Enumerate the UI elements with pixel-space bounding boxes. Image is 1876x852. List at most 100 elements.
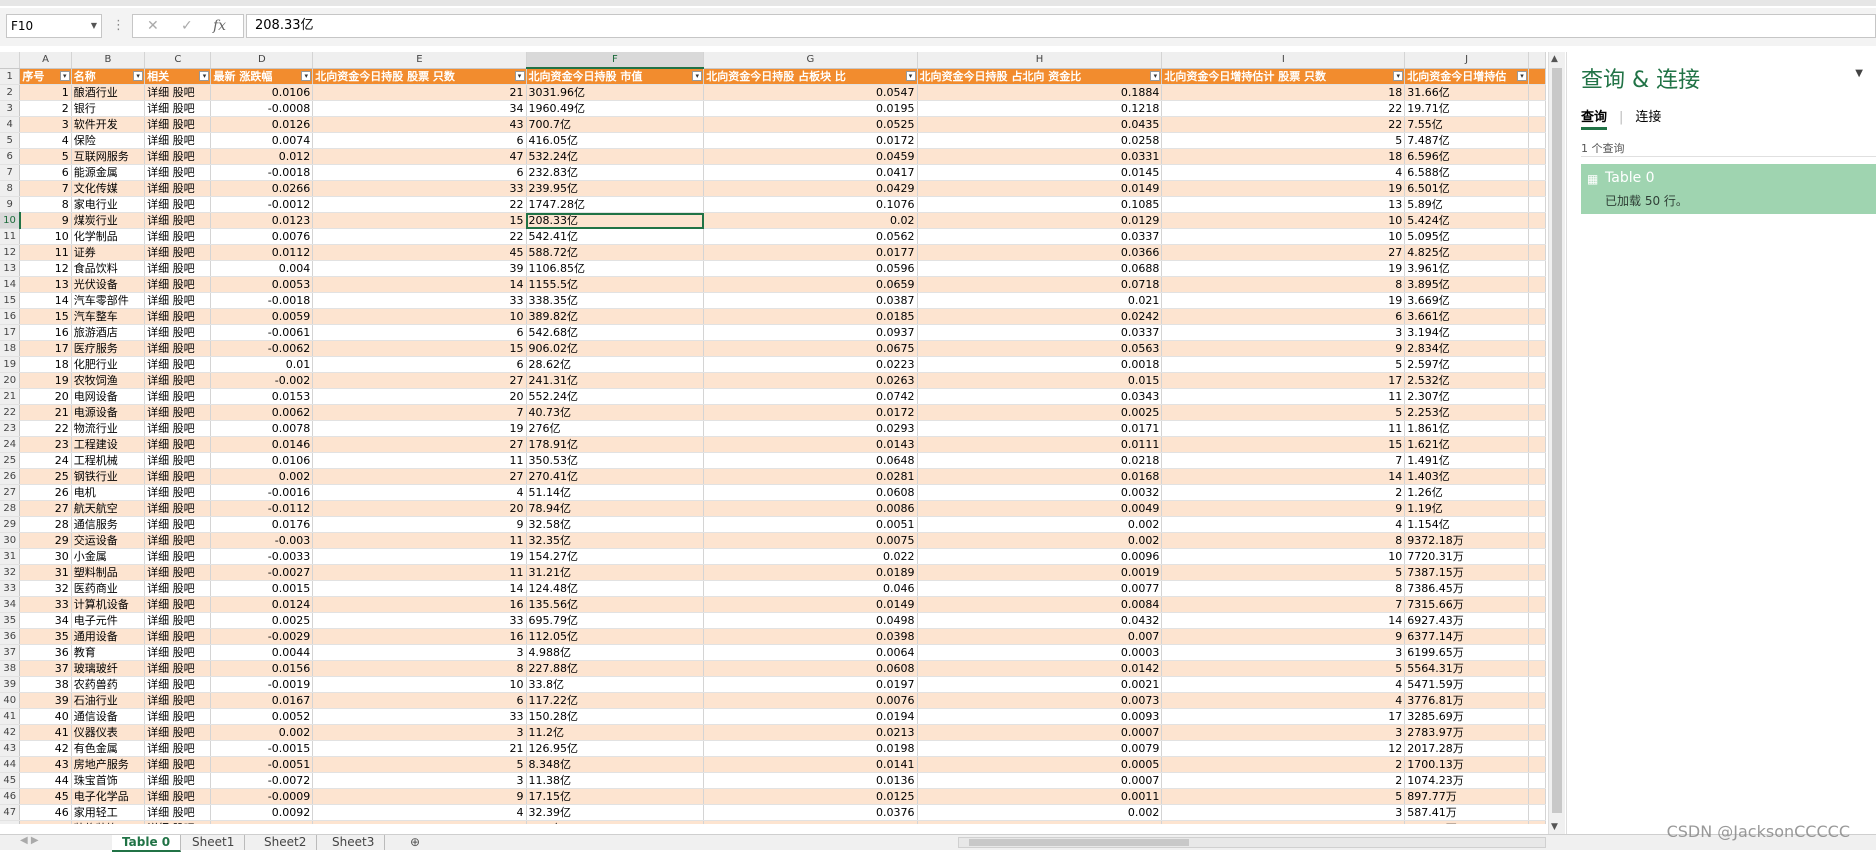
table-cell[interactable]: 17.15亿 [526, 788, 705, 805]
empty-cell[interactable] [1528, 148, 1546, 165]
table-cell[interactable]: 详细 股吧 [144, 356, 212, 373]
table-cell[interactable]: 6.596亿 [1404, 148, 1529, 165]
column-header-i[interactable]: I [1161, 52, 1406, 69]
table-cell[interactable]: -0.0018 [210, 292, 314, 309]
function-icon[interactable]: fx [213, 18, 226, 34]
table-cell[interactable]: 6.588亿 [1404, 164, 1529, 181]
sheet-tab[interactable]: Table 0 [112, 835, 182, 852]
row-header[interactable]: 47 [0, 804, 21, 821]
table-cell[interactable]: 装修装饰 [71, 820, 146, 824]
table-cell[interactable]: 详细 股吧 [144, 788, 212, 805]
table-cell[interactable]: 10 [312, 308, 527, 325]
table-cell[interactable]: 33 [312, 708, 527, 725]
table-cell[interactable]: 能源金属 [71, 164, 146, 181]
table-cell[interactable]: 0.0143 [703, 436, 918, 453]
table-cell[interactable]: 208.33亿 [526, 212, 705, 229]
table-cell[interactable]: 详细 股吧 [144, 612, 212, 629]
vertical-scrollbar[interactable]: ▲ ▼ [1548, 52, 1565, 834]
table-cell[interactable]: 19 [312, 420, 527, 437]
table-cell[interactable]: 1 [1161, 820, 1406, 824]
table-cell[interactable]: 6 [19, 164, 72, 181]
table-cell[interactable]: 详细 股吧 [144, 580, 212, 597]
table-cell[interactable]: 0.002 [210, 724, 314, 741]
table-cell[interactable]: 文化传媒 [71, 180, 146, 197]
table-cell[interactable]: 5564.31万 [1404, 660, 1529, 677]
table-cell[interactable]: 38 [19, 676, 72, 693]
table-cell[interactable]: 2783.97万 [1404, 724, 1529, 741]
table-cell[interactable]: 0.0194 [703, 708, 918, 725]
row-header[interactable]: 25 [0, 452, 21, 469]
table-cell[interactable]: 详细 股吧 [144, 660, 212, 677]
table-cell[interactable]: 587.41万 [1404, 804, 1529, 821]
empty-cell[interactable] [1528, 68, 1546, 85]
table-cell[interactable]: 7 [19, 180, 72, 197]
table-cell[interactable]: 25 [19, 468, 72, 485]
table-cell[interactable]: 详细 股吧 [144, 292, 212, 309]
table-cell[interactable]: 医疗服务 [71, 340, 146, 357]
table-cell[interactable]: 化肥行业 [71, 356, 146, 373]
table-cell[interactable]: 22 [1161, 116, 1406, 133]
table-cell[interactable]: 0.0015 [210, 580, 314, 597]
column-header-overflow[interactable] [1528, 52, 1546, 69]
table-cell[interactable]: 14 [312, 276, 527, 293]
row-header[interactable]: 23 [0, 420, 21, 437]
table-cell[interactable]: 1 [19, 84, 72, 101]
filter-dropdown-icon[interactable]: ▾ [133, 70, 144, 81]
table-cell[interactable]: 工程机械 [71, 452, 146, 469]
table-cell[interactable]: 详细 股吧 [144, 324, 212, 341]
table-cell[interactable]: 22 [19, 420, 72, 437]
column-header-d[interactable]: D [210, 52, 314, 69]
table-cell[interactable]: 78.94亿 [526, 500, 705, 517]
filter-dropdown-icon[interactable]: ▾ [1150, 70, 1161, 81]
table-cell[interactable]: 详细 股吧 [144, 740, 212, 757]
filter-dropdown-icon[interactable]: ▾ [905, 70, 916, 81]
table-cell[interactable]: 详细 股吧 [144, 772, 212, 789]
table-cell[interactable]: 5471.59万 [1404, 676, 1529, 693]
empty-cell[interactable] [1528, 580, 1546, 597]
table-cell[interactable]: 46 [19, 804, 72, 821]
table-cell[interactable]: 6 [312, 164, 527, 181]
table-cell[interactable]: 10 [1161, 548, 1406, 565]
table-cell[interactable]: 有色金属 [71, 740, 146, 757]
table-cell[interactable]: 0.0049 [917, 500, 1163, 517]
row-header[interactable]: 13 [0, 260, 21, 277]
table-cell[interactable]: 详细 股吧 [144, 180, 212, 197]
table-cell[interactable]: 26 [19, 484, 72, 501]
table-cell[interactable]: 4 [312, 484, 527, 501]
table-cell[interactable]: 17 [1161, 708, 1406, 725]
table-cell[interactable]: 0.0021 [917, 676, 1163, 693]
table-cell[interactable]: 18 [1161, 84, 1406, 101]
empty-cell[interactable] [1528, 612, 1546, 629]
table-cell[interactable]: 42 [19, 740, 72, 757]
table-cell[interactable]: 0.0145 [917, 164, 1163, 181]
table-cell[interactable]: 详细 股吧 [144, 132, 212, 149]
table-cell[interactable]: 18 [19, 356, 72, 373]
table-cell[interactable]: -0.0112 [210, 500, 314, 517]
table-cell[interactable]: 0.0387 [703, 292, 918, 309]
table-cell[interactable]: 1700.13万 [1404, 756, 1529, 773]
table-cell[interactable]: 23 [19, 436, 72, 453]
row-header[interactable]: 6 [0, 148, 21, 165]
row-header[interactable]: 1 [0, 68, 21, 85]
table-cell[interactable]: 7 [1161, 596, 1406, 613]
table-cell[interactable]: 20 [312, 388, 527, 405]
empty-cell[interactable] [1528, 180, 1546, 197]
table-cell[interactable]: 27 [312, 468, 527, 485]
empty-cell[interactable] [1528, 84, 1546, 101]
table-cell[interactable]: 416.05亿 [526, 132, 705, 149]
cancel-icon[interactable]: ✕ [147, 18, 159, 34]
table-cell[interactable]: 0.0077 [917, 580, 1163, 597]
row-header[interactable]: 44 [0, 756, 21, 773]
table-cell[interactable]: 126.95亿 [526, 740, 705, 757]
empty-cell[interactable] [1528, 660, 1546, 677]
table-cell[interactable]: 270.41亿 [526, 468, 705, 485]
table-cell[interactable]: 电子元件 [71, 612, 146, 629]
table-cell[interactable]: 3 [312, 724, 527, 741]
table-cell[interactable]: 28.62亿 [526, 356, 705, 373]
table-cell[interactable]: 34 [312, 100, 527, 117]
row-header[interactable]: 36 [0, 628, 21, 645]
table-cell[interactable]: 详细 股吧 [144, 820, 212, 824]
table-cell[interactable]: 31.21亿 [526, 564, 705, 581]
table-cell[interactable]: 农牧饲渔 [71, 372, 146, 389]
table-cell[interactable]: 医药商业 [71, 580, 146, 597]
